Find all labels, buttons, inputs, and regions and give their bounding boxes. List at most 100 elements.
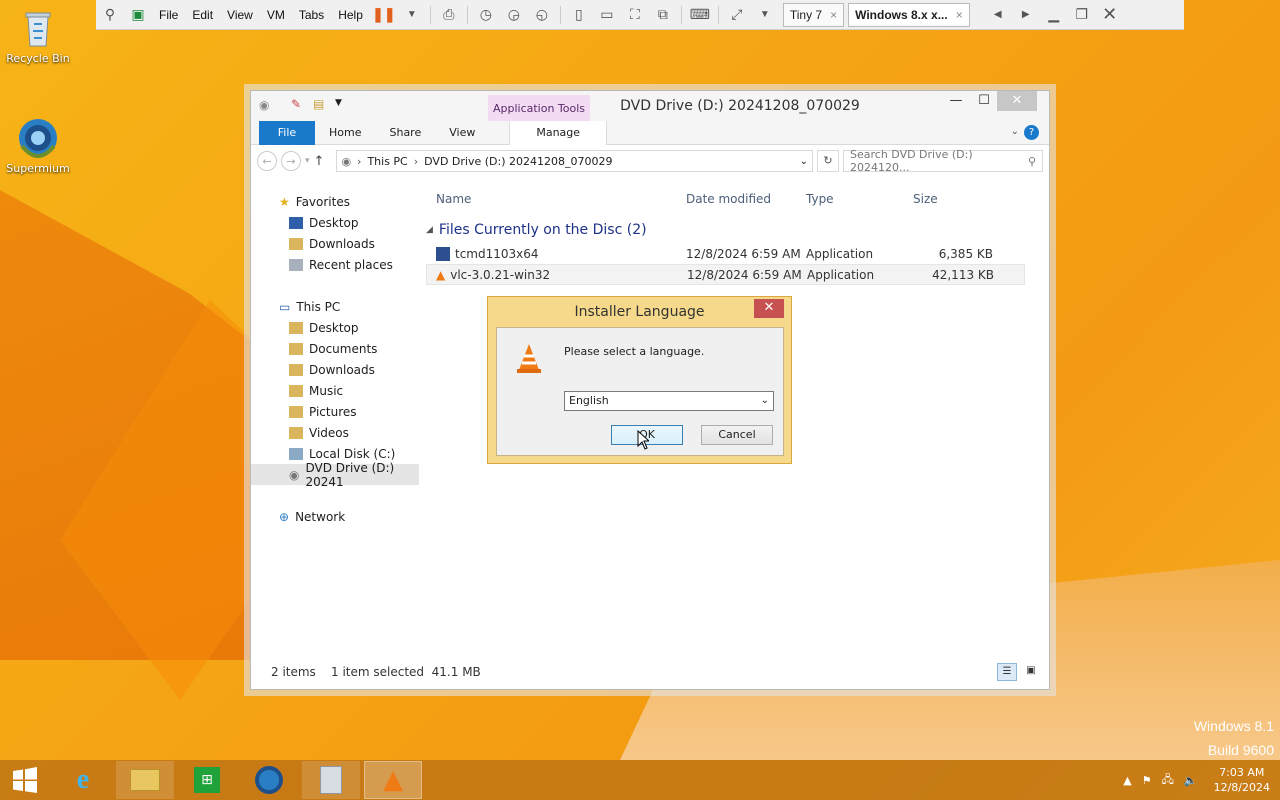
forward-icon[interactable]: → <box>281 151 301 171</box>
recent-locations-icon[interactable]: ▾ <box>305 156 310 166</box>
taskbar-installer[interactable] <box>302 761 360 799</box>
column-date[interactable]: Date modified <box>686 192 806 206</box>
start-button[interactable] <box>0 761 50 799</box>
address-box[interactable]: ◉ › This PC › DVD Drive (D:) 20241208_07… <box>336 150 813 172</box>
up-icon[interactable]: ↑ <box>314 154 325 169</box>
tab-share[interactable]: Share <box>375 121 435 145</box>
tab-manage[interactable]: Manage <box>509 120 608 145</box>
nav-pc-desktop[interactable]: Desktop <box>251 317 419 338</box>
tab-file[interactable]: File <box>259 120 315 145</box>
tab-scroll-left-icon[interactable]: ◀ <box>988 6 1008 24</box>
pin-icon[interactable]: ⚲ <box>100 6 120 24</box>
console-icon[interactable]: ⌨ <box>690 6 710 24</box>
stretch-icon[interactable]: ⤢ <box>727 6 747 24</box>
vm-menu-file[interactable]: File <box>152 8 185 22</box>
vm-menu-edit[interactable]: Edit <box>185 8 220 22</box>
cancel-button[interactable]: Cancel <box>701 425 773 445</box>
taskbar-store[interactable]: ⊞ <box>178 761 236 799</box>
properties-icon[interactable]: ✎ <box>291 97 301 111</box>
close-icon[interactable]: ✕ <box>1100 4 1120 24</box>
nav-pc-documents[interactable]: Documents <box>251 338 419 359</box>
desktop-icon-recycle-bin[interactable]: Recycle Bin <box>0 6 76 65</box>
language-select[interactable]: English ⌄ <box>564 391 774 411</box>
dialog-close-button[interactable]: ✕ <box>754 299 784 318</box>
nav-fav-recent[interactable]: Recent places <box>251 254 419 275</box>
search-placeholder: Search DVD Drive (D:) 2024120... <box>850 148 973 174</box>
close-button[interactable]: ✕ <box>997 91 1037 111</box>
taskbar-supermium[interactable] <box>240 761 298 799</box>
back-icon[interactable]: ← <box>257 151 277 171</box>
nav-favorites[interactable]: ★ Favorites <box>251 191 419 212</box>
help-icon[interactable]: ? <box>1024 125 1039 140</box>
nav-network[interactable]: ⊕ Network <box>251 506 419 527</box>
tab-view[interactable]: View <box>435 121 489 145</box>
tab-home[interactable]: Home <box>315 121 375 145</box>
sidebar-view-icon[interactable]: ▯ <box>569 6 589 24</box>
show-hidden-icons-icon[interactable]: ▲ <box>1123 774 1131 787</box>
snapshot-manager-icon[interactable]: ◵ <box>532 6 552 24</box>
refresh-icon[interactable]: ↻ <box>817 150 839 172</box>
nav-pc-dvd-drive[interactable]: ◉ DVD Drive (D:) 20241 <box>251 461 419 489</box>
nav-pc-music[interactable]: Music <box>251 380 419 401</box>
thumbnail-view-icon[interactable]: ▭ <box>597 6 617 24</box>
fullscreen-icon[interactable]: ⛶ <box>625 6 645 24</box>
chevron-down-icon[interactable]: ▼ <box>755 6 775 24</box>
minimize-icon[interactable]: — <box>941 91 971 111</box>
nav-pc-videos[interactable]: Videos <box>251 422 419 443</box>
nav-this-pc[interactable]: ▭ This PC <box>251 296 419 317</box>
restore-icon[interactable]: ❐ <box>1072 6 1092 24</box>
chevron-down-icon[interactable]: ▼ <box>335 98 342 108</box>
chevron-down-icon[interactable]: ⌄ <box>800 156 808 167</box>
unity-icon[interactable]: ⧉ <box>653 6 673 24</box>
nav-pc-pictures[interactable]: Pictures <box>251 401 419 422</box>
nav-fav-desktop[interactable]: Desktop <box>251 212 419 233</box>
taskbar-internet-explorer[interactable]: e <box>54 761 112 799</box>
nav-pc-downloads[interactable]: Downloads <box>251 359 419 380</box>
taskbar-vlc[interactable]: ▲ <box>364 761 422 799</box>
close-icon[interactable]: × <box>830 8 837 22</box>
tab-scroll-right-icon[interactable]: ▶ <box>1016 6 1036 24</box>
chevron-down-icon[interactable]: ▼ <box>402 6 422 24</box>
minimize-icon[interactable]: ▁ <box>1044 6 1064 24</box>
nav-fav-downloads[interactable]: Downloads <box>251 233 419 254</box>
store-icon: ⊞ <box>194 767 220 793</box>
action-center-flag-icon[interactable]: ⚑ <box>1142 774 1152 787</box>
desktop-icon-supermium[interactable]: Supermium <box>0 116 76 175</box>
system-menu-icon[interactable]: ◉ <box>259 98 269 112</box>
vm-menu-tabs[interactable]: Tabs <box>292 8 331 22</box>
details-view-icon[interactable]: ☰ <box>997 663 1017 681</box>
revert-snapshot-icon[interactable]: ◶ <box>504 6 524 24</box>
expand-ribbon-icon[interactable]: ⌄ <box>1011 126 1019 137</box>
file-date: 12/8/2024 6:59 AM <box>687 267 802 282</box>
send-keys-icon[interactable]: ⎙ <box>439 6 459 24</box>
large-icons-view-icon[interactable]: ▣ <box>1021 663 1041 681</box>
vm-menu-view[interactable]: View <box>220 8 260 22</box>
status-bar: 2 items 1 item selected 41.1 MB ☰ ▣ <box>251 655 1049 689</box>
close-icon[interactable]: × <box>956 8 963 22</box>
vm-tab-tiny7[interactable]: Tiny 7 × <box>782 2 845 27</box>
column-name[interactable]: Name <box>426 192 686 206</box>
vm-tab-windows8[interactable]: Windows 8.x x... × <box>848 2 970 27</box>
column-size[interactable]: Size <box>913 192 993 206</box>
maximize-icon[interactable]: ☐ <box>969 91 999 111</box>
vm-menu-help[interactable]: Help <box>331 8 370 22</box>
taskbar-file-explorer[interactable] <box>116 761 174 799</box>
group-header[interactable]: ◢ Files Currently on the Disc (2) <box>426 217 1025 243</box>
file-name: vlc-3.0.21-win32 <box>450 267 551 282</box>
new-folder-icon[interactable]: ▤ <box>313 97 324 111</box>
network-status-icon[interactable]: 🖧 <box>1162 771 1174 790</box>
volume-icon[interactable]: 🔈 <box>1184 774 1198 787</box>
clock[interactable]: 7:03 AM 12/8/2024 <box>1214 765 1270 795</box>
file-row[interactable]: tcmd1103x64 12/8/2024 6:59 AM Applicatio… <box>426 243 1025 264</box>
snapshot-icon[interactable]: ◷ <box>476 6 496 24</box>
search-input[interactable]: Search DVD Drive (D:) 2024120... ⚲ <box>843 148 1043 174</box>
vm-library-icon[interactable]: ▣ <box>128 6 148 24</box>
column-type[interactable]: Type <box>806 192 913 206</box>
pause-icon[interactable]: ❚❚ <box>372 6 395 24</box>
language-value: English <box>569 394 609 407</box>
breadcrumb-this-pc[interactable]: This PC <box>367 155 407 168</box>
breadcrumb-dvd-drive[interactable]: DVD Drive (D:) 20241208_070029 <box>424 155 612 168</box>
vm-menu-vm[interactable]: VM <box>260 8 292 22</box>
file-row[interactable]: ▲ vlc-3.0.21-win32 12/8/2024 6:59 AM Appl… <box>426 264 1025 285</box>
toolbar-divider <box>429 5 431 24</box>
